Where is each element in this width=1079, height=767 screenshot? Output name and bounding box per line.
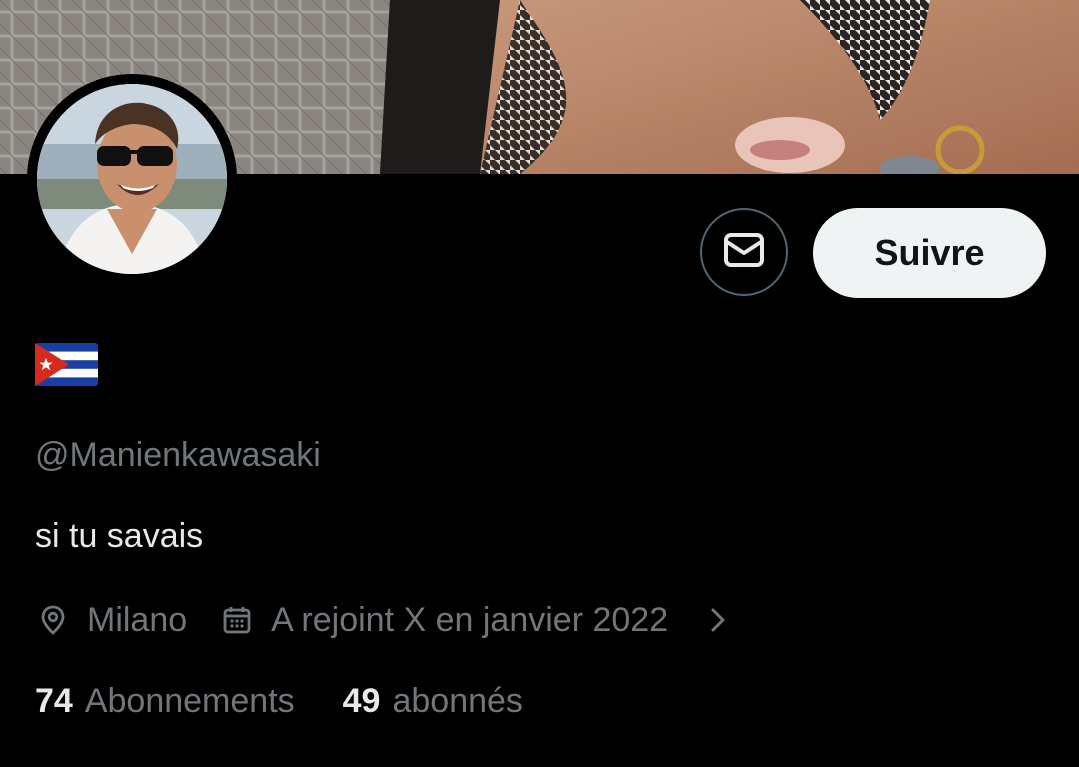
profile-location: Milano xyxy=(87,600,188,639)
profile-meta: Milano A rejoint X en janvier 2022 xyxy=(35,598,736,642)
profile-join-date: A rejoint X en janvier 2022 xyxy=(271,600,669,639)
cuba-flag xyxy=(35,343,98,386)
avatar[interactable] xyxy=(27,74,237,284)
profile-stats: 74 Abonnements 49 abonnés xyxy=(35,682,523,721)
following-label: Abonnements xyxy=(84,682,295,720)
avatar-image xyxy=(37,84,227,274)
followers-count: 49 xyxy=(342,682,381,720)
chevron-right-icon[interactable] xyxy=(700,602,736,638)
message-button[interactable] xyxy=(700,208,788,296)
profile-bio: si tu savais xyxy=(35,517,204,555)
profile-handle: @Manienkawasaki xyxy=(35,436,321,474)
calendar-icon xyxy=(219,602,255,638)
mail-icon xyxy=(722,228,766,277)
follow-button[interactable]: Suivre xyxy=(813,208,1046,298)
followers-link[interactable]: 49 abonnés xyxy=(343,682,523,721)
followers-label: abonnés xyxy=(392,682,523,720)
following-link[interactable]: 74 Abonnements xyxy=(35,682,295,721)
following-count: 74 xyxy=(35,682,73,720)
map-pin-icon xyxy=(35,602,71,638)
